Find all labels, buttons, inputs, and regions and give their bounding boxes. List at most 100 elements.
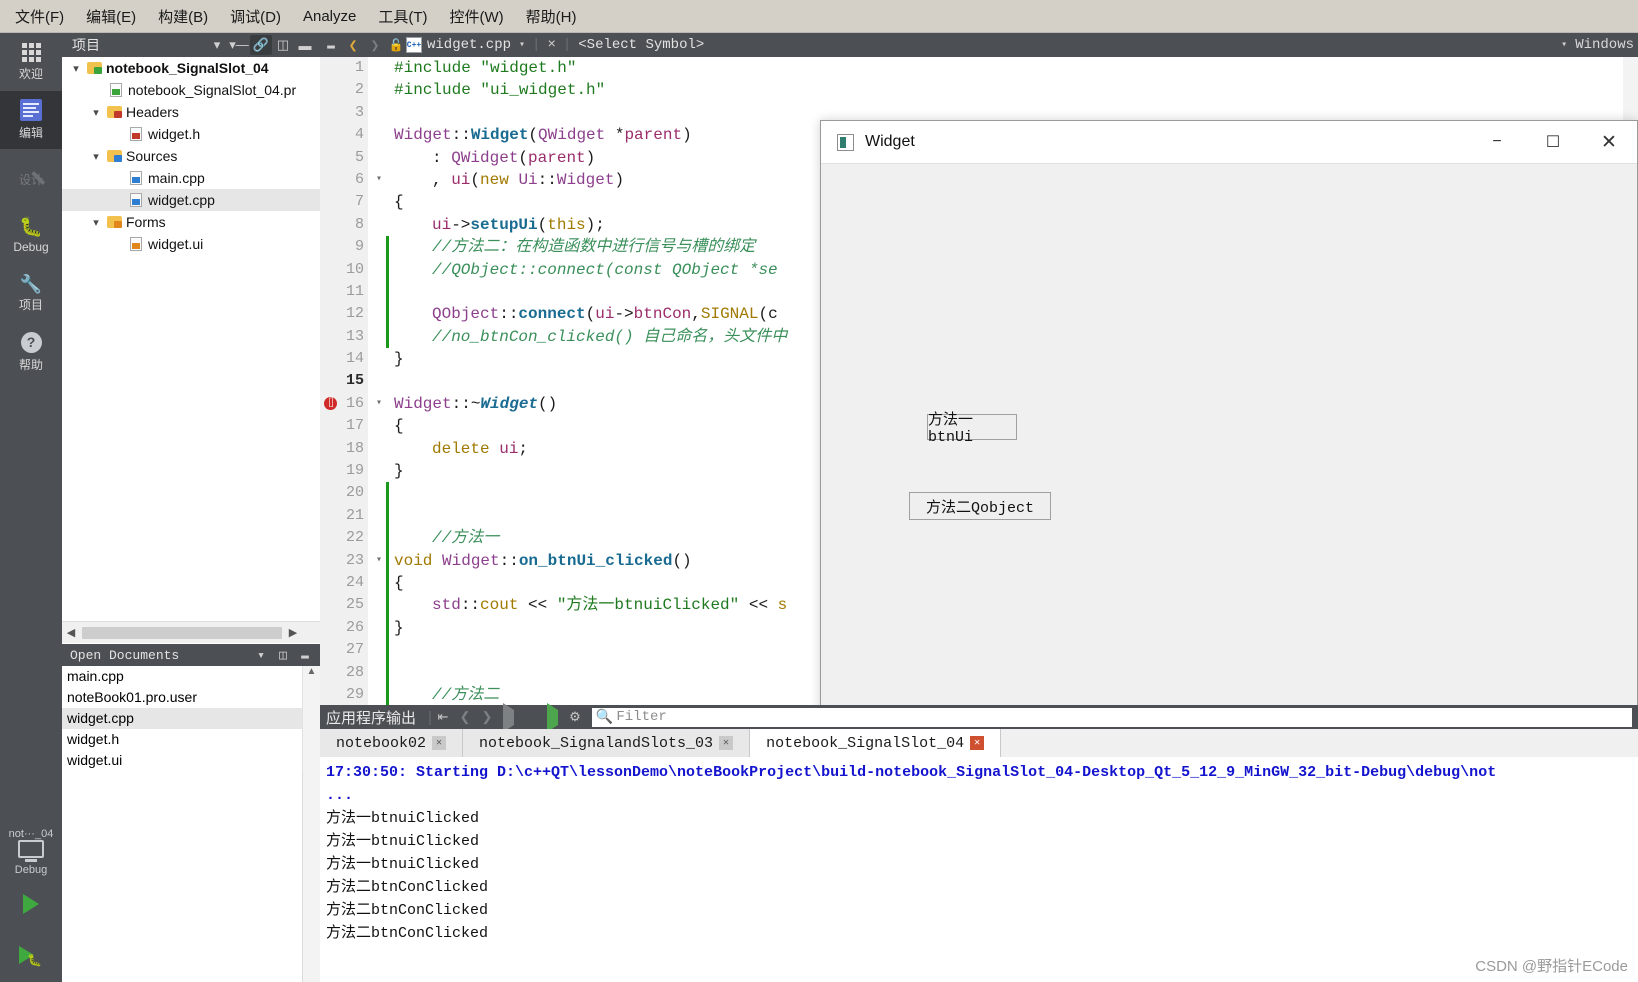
- tree-node-widget-ui[interactable]: widget.ui: [62, 233, 320, 255]
- run-icon[interactable]: [498, 702, 520, 732]
- close-icon[interactable]: ×: [547, 37, 555, 53]
- maximize-button[interactable]: ☐: [1525, 121, 1581, 164]
- tree-node-forms[interactable]: ▾ Forms: [62, 211, 320, 233]
- menu-item-analyze[interactable]: Analyze: [292, 4, 367, 29]
- menu-item-debug[interactable]: 调试(D): [219, 2, 292, 31]
- kit-selector[interactable]: not···_04 Debug: [0, 824, 62, 878]
- lock-icon[interactable]: 🔓: [386, 38, 406, 53]
- list-item[interactable]: widget.h: [62, 729, 320, 750]
- btn-con-button[interactable]: 方法二Qobject: [909, 492, 1051, 520]
- sidebar-item-edit[interactable]: 编辑: [0, 91, 62, 149]
- scroll-left-icon[interactable]: ◀: [62, 626, 80, 639]
- minimize-button[interactable]: −: [1469, 121, 1525, 164]
- chevron-down-icon[interactable]: ▾: [206, 35, 228, 55]
- code-line-text: {: [394, 573, 404, 592]
- line-number: 6: [354, 170, 364, 188]
- close-icon[interactable]: ✕: [432, 736, 447, 750]
- navigate-forward-icon[interactable]: ❯: [364, 36, 386, 55]
- tree-node-widget-cpp[interactable]: widget.cpp: [62, 189, 320, 211]
- sidebar-item-help[interactable]: ? 帮助: [0, 323, 62, 381]
- fold-arrow-icon[interactable]: ▾: [372, 550, 386, 572]
- minimize-icon[interactable]: ▬: [320, 35, 342, 55]
- close-button[interactable]: ✕: [1581, 121, 1637, 164]
- output-console[interactable]: 17:30:50: Starting D:\c++QT\lessonDemo\n…: [320, 757, 1638, 982]
- navigate-back-icon[interactable]: ❮: [342, 36, 364, 55]
- list-item[interactable]: noteBook01.pro.user: [62, 687, 320, 708]
- menu-item-file[interactable]: 文件(F): [4, 2, 75, 31]
- btn-ui-button[interactable]: 方法一btnUi: [927, 412, 1017, 446]
- sidebar-item-projects[interactable]: 🔧 项目: [0, 265, 62, 323]
- prev-item-icon[interactable]: ❮: [454, 709, 476, 725]
- tree-node-sources[interactable]: ▾ Sources: [62, 145, 320, 167]
- filter-icon[interactable]: ▾—: [228, 35, 250, 55]
- tree-node-main-cpp[interactable]: main.cpp: [62, 167, 320, 189]
- scroll-right-icon[interactable]: ▶: [284, 626, 302, 639]
- sidebar-item-debug[interactable]: 🐛 Debug: [0, 207, 62, 265]
- list-item[interactable]: widget.ui: [62, 750, 320, 771]
- close-icon[interactable]: ✕: [970, 736, 985, 750]
- change-marker: [386, 661, 389, 684]
- link-icon[interactable]: 🔗: [250, 35, 272, 55]
- output-tab-signalandslots-03[interactable]: notebook_SignalandSlots_03 ✕: [463, 729, 751, 757]
- sidebar-item-design[interactable]: 设计: [0, 149, 62, 207]
- tree-node-label: Headers: [126, 104, 179, 120]
- sidebar-item-welcome[interactable]: 欢迎: [0, 33, 62, 91]
- split-icon[interactable]: ◫: [272, 35, 294, 55]
- settings-icon[interactable]: ⚙: [564, 709, 586, 725]
- menu-item-tools[interactable]: 工具(T): [367, 2, 438, 31]
- open-documents-header: Open Documents ▾ ◫ ▬: [62, 644, 320, 666]
- qt-window-titlebar[interactable]: Widget − ☐ ✕: [821, 121, 1637, 164]
- chevron-down-icon[interactable]: ▾: [250, 645, 272, 665]
- symbol-selector[interactable]: <Select Symbol>: [578, 37, 704, 53]
- output-pane-toolbar: 应用程序输出 | ⇤ ❮ ❯ ⚙ 🔍 Filter: [320, 702, 1638, 732]
- debug-button[interactable]: 🐛: [0, 930, 62, 982]
- console-line: 方法一btnuiClicked: [326, 810, 480, 827]
- fold-arrow-icon[interactable]: ▾: [372, 393, 386, 415]
- chevron-down-icon[interactable]: ▾: [1561, 39, 1567, 51]
- open-documents-scrollbar[interactable]: ▲: [302, 666, 320, 772]
- output-tab-signalslot-04[interactable]: notebook_SignalSlot_04 ✕: [750, 729, 1002, 757]
- next-item-icon[interactable]: ❯: [476, 709, 498, 725]
- menu-item-edit[interactable]: 编辑(E): [75, 2, 147, 31]
- scroll-up-icon[interactable]: ▲: [303, 666, 320, 677]
- tab-label: notebook_SignalandSlots_03: [479, 734, 714, 752]
- code-line[interactable]: 2 #include "ui_widget.h": [320, 79, 1638, 101]
- qt-application-window[interactable]: Widget − ☐ ✕ 方法一btnUi 方法二Qobject: [820, 120, 1638, 728]
- chevron-down-icon[interactable]: ▾: [88, 106, 104, 119]
- minimize-icon[interactable]: ▬: [294, 645, 316, 665]
- tree-node-project[interactable]: ▾ notebook_SignalSlot_04: [62, 57, 320, 79]
- tree-node-widget-h[interactable]: widget.h: [62, 123, 320, 145]
- project-tree-hscrollbar[interactable]: ◀ ▶: [62, 621, 320, 643]
- line-number: 14: [345, 350, 364, 368]
- debug-icon[interactable]: [542, 702, 564, 732]
- scrollbar-thumb[interactable]: [82, 626, 282, 639]
- project-tree[interactable]: ▾ notebook_SignalSlot_04 notebook_Signal…: [62, 57, 320, 621]
- menu-item-help[interactable]: 帮助(H): [515, 2, 588, 31]
- tree-node-pro-file[interactable]: notebook_SignalSlot_04.pr: [62, 79, 320, 101]
- chevron-down-icon[interactable]: ▾: [68, 62, 84, 75]
- chevron-down-icon[interactable]: ▾: [88, 150, 104, 163]
- chevron-down-icon[interactable]: ▾: [519, 39, 525, 51]
- menu-item-build[interactable]: 构建(B): [147, 2, 219, 31]
- chevron-down-icon[interactable]: ▾: [88, 216, 104, 229]
- open-documents-list[interactable]: main.cpp noteBook01.pro.user widget.cpp …: [62, 666, 320, 772]
- line-number: 28: [345, 663, 364, 681]
- list-item[interactable]: main.cpp: [62, 666, 320, 687]
- output-tab-notebook02[interactable]: notebook02 ✕: [320, 729, 464, 757]
- tree-node-headers[interactable]: ▾ Headers: [62, 101, 320, 123]
- minimize-icon[interactable]: ▬: [294, 35, 316, 55]
- run-button[interactable]: [0, 878, 62, 930]
- filter-input[interactable]: 🔍 Filter: [591, 707, 1632, 727]
- menu-item-window[interactable]: 控件(W): [439, 2, 515, 31]
- split-icon[interactable]: ◫: [272, 645, 294, 665]
- stop-icon[interactable]: [520, 710, 542, 725]
- close-icon[interactable]: ✕: [719, 736, 734, 750]
- wrap-lines-icon[interactable]: ⇤: [432, 709, 454, 725]
- list-item[interactable]: widget.cpp: [62, 708, 320, 729]
- bottom-left-scrollbar[interactable]: [302, 772, 320, 982]
- code-line[interactable]: 1 #include "widget.h": [320, 57, 1638, 79]
- console-line: 方法二btnConClicked: [326, 879, 489, 896]
- kit-build-config: Debug: [14, 864, 48, 876]
- editor-filename[interactable]: widget.cpp: [427, 37, 511, 53]
- fold-arrow-icon[interactable]: ▾: [372, 169, 386, 191]
